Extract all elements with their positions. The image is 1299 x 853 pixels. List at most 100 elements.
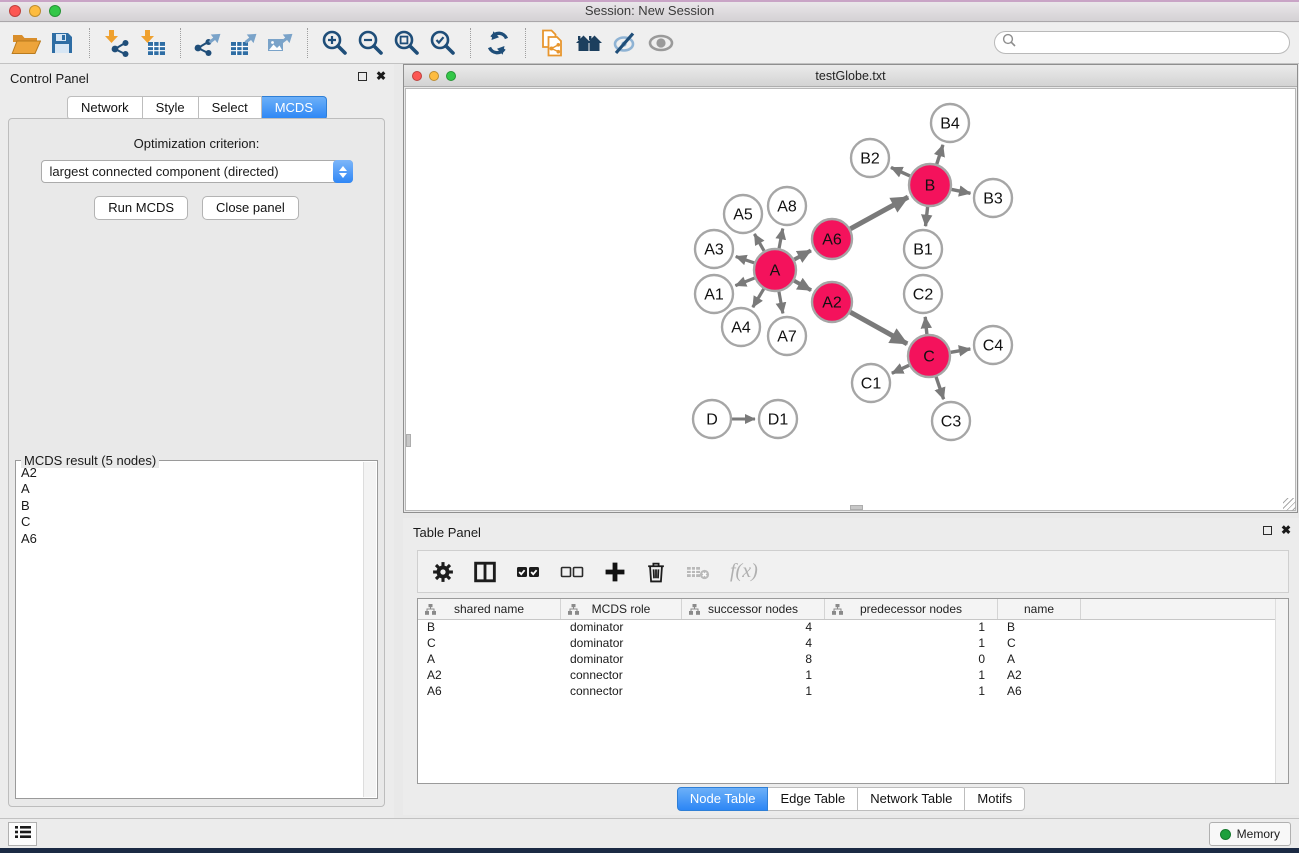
table-scrollbar[interactable] (1275, 599, 1288, 783)
graph-edge-A-A7[interactable] (779, 292, 783, 314)
vertical-scroll-thumb[interactable] (406, 434, 411, 447)
mcds-result-item[interactable]: C (17, 514, 362, 530)
column-header-predecessor-nodes[interactable]: predecessor nodes (825, 599, 998, 619)
trash-icon[interactable] (646, 557, 666, 587)
close-panel-icon[interactable]: ✖ (376, 71, 386, 82)
graph-node-C1[interactable]: C1 (852, 364, 890, 402)
column-header-mcds-role[interactable]: MCDS role (561, 599, 682, 619)
import-table-icon[interactable] (135, 27, 171, 59)
graph-node-C4[interactable]: C4 (974, 326, 1012, 364)
gear-icon[interactable] (432, 557, 454, 587)
refresh-icon[interactable] (480, 27, 516, 59)
add-icon[interactable] (604, 557, 626, 587)
export-table-icon[interactable] (226, 27, 262, 59)
resize-grip[interactable] (1283, 498, 1296, 511)
save-icon[interactable] (44, 27, 80, 59)
close-panel-button[interactable]: Close panel (202, 196, 299, 220)
graph-edge-C-C1[interactable] (892, 365, 909, 373)
graph-node-A3[interactable]: A3 (695, 230, 733, 268)
table-row[interactable]: Adominator80A (418, 652, 1288, 668)
graph-edge-A-A5[interactable] (754, 234, 764, 251)
select-all-icon[interactable] (516, 557, 540, 587)
graph-edge-A2-C[interactable] (850, 312, 907, 344)
split-columns-icon[interactable] (474, 557, 496, 587)
graph-edge-B-B4[interactable] (937, 145, 943, 164)
mcds-result-item[interactable]: A6 (17, 531, 362, 547)
graph-edge-A-A1[interactable] (735, 278, 754, 286)
table-row[interactable]: Bdominator41B (418, 620, 1288, 636)
table-float-icon[interactable] (1263, 526, 1272, 535)
graph-edge-A-A3[interactable] (736, 256, 754, 262)
graph-edge-A-A4[interactable] (753, 289, 764, 307)
column-header-successor-nodes[interactable]: successor nodes (682, 599, 825, 619)
export-network-icon[interactable] (190, 27, 226, 59)
graph-edge-C-C3[interactable] (936, 377, 944, 399)
zoom-selected-icon[interactable] (425, 27, 461, 59)
open-folder-icon[interactable] (8, 27, 44, 59)
show-details-icon[interactable] (643, 27, 679, 59)
table-close-icon[interactable]: ✖ (1281, 525, 1291, 536)
graph-node-B2[interactable]: B2 (851, 139, 889, 177)
tab-network-table[interactable]: Network Table (858, 787, 965, 811)
task-history-button[interactable] (8, 822, 37, 846)
graph-node-A5[interactable]: A5 (724, 195, 762, 233)
graph-node-A7[interactable]: A7 (768, 317, 806, 355)
table-row[interactable]: A6connector11A6 (418, 684, 1288, 700)
graph-node-B3[interactable]: B3 (974, 179, 1012, 217)
column-header-shared-name[interactable]: shared name (418, 599, 561, 619)
hide-details-icon[interactable] (607, 27, 643, 59)
search-input[interactable] (1020, 36, 1289, 50)
graph-edge-A-A2[interactable] (794, 281, 811, 290)
mcds-result-item[interactable]: A (17, 481, 362, 497)
graph-edge-C-C2[interactable] (925, 317, 927, 334)
table-row[interactable]: A2connector11A2 (418, 668, 1288, 684)
zoom-out-icon[interactable] (353, 27, 389, 59)
graph-edge-A-A8[interactable] (779, 229, 783, 249)
graph-edge-A6-B[interactable] (850, 197, 908, 229)
graph-node-D[interactable]: D (693, 400, 731, 438)
graph-node-A4[interactable]: A4 (722, 308, 760, 346)
memory-button[interactable]: Memory (1209, 822, 1291, 846)
tab-style[interactable]: Style (143, 96, 199, 120)
graph-node-C[interactable]: C (908, 335, 950, 377)
import-network-icon[interactable] (99, 27, 135, 59)
home-icon[interactable] (571, 27, 607, 59)
export-image-icon[interactable] (262, 27, 298, 59)
graph-node-A2[interactable]: A2 (812, 282, 852, 322)
search-box[interactable] (994, 31, 1290, 54)
run-mcds-button[interactable]: Run MCDS (94, 196, 188, 220)
graph-node-C3[interactable]: C3 (932, 402, 970, 440)
tab-motifs[interactable]: Motifs (965, 787, 1025, 811)
graph-node-B1[interactable]: B1 (904, 230, 942, 268)
graph-edge-B-B1[interactable] (926, 207, 928, 226)
graph-edge-C-C4[interactable] (951, 349, 971, 352)
graph-node-B[interactable]: B (909, 164, 951, 206)
network-canvas[interactable]: A A1 A3A5A8A6 A2 A4A7 B B2 B4B3 B1 C C2 C4 C1 C3 D D1 (405, 88, 1296, 511)
graph-node-A8[interactable]: A8 (768, 187, 806, 225)
tab-mcds[interactable]: MCDS (262, 96, 327, 120)
graph-node-C2[interactable]: C2 (904, 275, 942, 313)
graph-edge-B-B3[interactable] (952, 189, 971, 193)
graph-node-B4[interactable]: B4 (931, 104, 969, 142)
deselect-all-icon[interactable] (560, 557, 584, 587)
mcds-result-scrollbar[interactable] (363, 462, 376, 797)
mcds-result-item[interactable]: B (17, 498, 362, 514)
graph-edge-B-B2[interactable] (891, 167, 910, 176)
tab-edge-table[interactable]: Edge Table (768, 787, 858, 811)
float-panel-icon[interactable] (358, 72, 367, 81)
zoom-fit-icon[interactable] (389, 27, 425, 59)
copy-network-icon[interactable] (535, 27, 571, 59)
tab-select[interactable]: Select (199, 96, 262, 120)
table-row[interactable]: Cdominator41C (418, 636, 1288, 652)
graph-node-A[interactable]: A (754, 249, 796, 291)
graph-node-A1[interactable]: A1 (695, 275, 733, 313)
tab-network[interactable]: Network (67, 96, 143, 120)
graph-node-A6[interactable]: A6 (812, 219, 852, 259)
criterion-select[interactable]: largest connected component (directed) (41, 160, 353, 183)
zoom-in-icon[interactable] (317, 27, 353, 59)
column-header-name[interactable]: name (998, 599, 1081, 619)
horizontal-scroll-thumb[interactable] (850, 505, 863, 510)
graph-edge-A-A6[interactable] (794, 250, 811, 259)
graph-node-D1[interactable]: D1 (759, 400, 797, 438)
mcds-result-item[interactable]: A2 (17, 465, 362, 481)
